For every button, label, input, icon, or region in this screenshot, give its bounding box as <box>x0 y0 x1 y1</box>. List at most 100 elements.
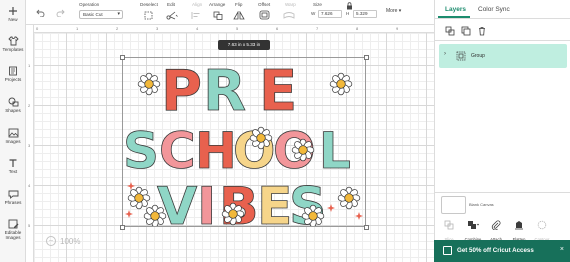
contour-icon <box>537 220 547 230</box>
tab-color-sync[interactable]: Color Sync <box>478 6 510 13</box>
ruler-tick-label: 4 <box>196 26 199 31</box>
offset-label: Offset <box>258 2 271 7</box>
tab-layers[interactable]: Layers <box>445 6 466 13</box>
trash-icon[interactable] <box>477 26 487 36</box>
arrange-label: Arrange <box>209 2 226 7</box>
sidebar-item-templates[interactable]: Templates <box>0 36 26 52</box>
panel-divider <box>435 40 570 41</box>
promo-text: Get 50% off Cricut Access <box>457 247 534 254</box>
warp-label: Warp <box>285 2 296 7</box>
ruler-tick-label: 5 <box>28 223 31 228</box>
ruler-tick-label: 5 <box>236 26 239 31</box>
layer-row-group[interactable]: › Group <box>439 44 567 68</box>
resize-handle-tr[interactable] <box>364 55 369 60</box>
sidebar-item-label: Phrases <box>4 200 22 205</box>
sidebar-item-text[interactable]: Text <box>0 158 26 174</box>
layer-name: Group <box>471 53 485 59</box>
resize-handle-tl[interactable] <box>120 55 125 60</box>
plus-icon <box>9 7 17 15</box>
ruler-tick-label: 2 <box>28 103 31 108</box>
ruler-tick-label: 2 <box>116 26 119 31</box>
cricut-design-space: New Templates Projects Shapes Images Tex… <box>0 0 570 262</box>
flatten-button[interactable]: Flatten <box>508 217 530 242</box>
resize-handle-bl[interactable] <box>120 225 125 230</box>
ruler-tick-label: 3 <box>156 26 159 31</box>
lock-icon[interactable] <box>346 2 353 10</box>
align-icon[interactable] <box>191 11 202 20</box>
promo-banner[interactable]: Get 50% off Cricut Access × <box>434 240 570 262</box>
sidebar-item-editable-images[interactable]: Editable Images <box>0 219 26 240</box>
edit-label: Edit <box>167 2 175 7</box>
slice-icon <box>444 220 454 230</box>
dimension-tooltip: 7.63 in x 5.33 in <box>218 40 270 50</box>
more-button[interactable]: More ▾ <box>386 8 401 14</box>
operation-select[interactable]: Basic Cut ▾ <box>79 10 123 19</box>
attach-button[interactable]: Attach <box>485 217 507 242</box>
ruler-top: 0 1 2 3 4 5 6 7 8 9 <box>26 25 434 33</box>
ruler-tick-label: 1 <box>76 26 79 31</box>
chevron-right-icon[interactable]: › <box>444 51 446 57</box>
offset-icon[interactable] <box>259 10 270 20</box>
close-icon[interactable]: × <box>560 246 564 253</box>
image-icon <box>8 128 18 138</box>
ruler-tick-label: 3 <box>28 143 31 148</box>
height-field[interactable]: 5.329 <box>353 10 377 18</box>
sidebar-item-label: Text <box>8 169 18 174</box>
width-field[interactable]: 7.626 <box>318 10 342 18</box>
flatten-icon <box>515 221 523 230</box>
scissors-icon[interactable] <box>166 11 178 20</box>
phrases-icon <box>8 190 18 199</box>
group-icon[interactable] <box>445 26 455 36</box>
size-label: Size <box>313 2 322 7</box>
warp-icon[interactable] <box>283 11 295 20</box>
group-layer-icon <box>456 51 466 61</box>
blank-canvas-swatch[interactable] <box>441 196 466 214</box>
ruler-tick-label: 4 <box>28 183 31 188</box>
resize-handle-br[interactable] <box>364 225 369 230</box>
ruler-tick-label: 0 <box>36 26 39 31</box>
panel-divider <box>435 192 570 193</box>
contour-button[interactable]: Contour <box>531 217 553 242</box>
arrange-icon[interactable] <box>213 11 224 20</box>
redo-icon[interactable] <box>56 9 65 17</box>
sidebar-item-images[interactable]: Images <box>0 128 26 144</box>
top-toolbar: Operation Basic Cut ▾ Deselect Edit Alig… <box>26 0 434 25</box>
ruler-tick-label: 7 <box>316 26 319 31</box>
combine-button[interactable]: Combine <box>462 217 484 242</box>
sidebar-item-label: Templates <box>2 47 24 52</box>
selection-box[interactable] <box>122 57 366 227</box>
text-icon <box>9 159 17 167</box>
slice-button[interactable]: Slice <box>438 217 460 242</box>
sidebar-item-phrases[interactable]: Phrases <box>0 189 26 205</box>
undo-icon[interactable] <box>36 9 45 17</box>
sidebar-item-shapes[interactable]: Shapes <box>0 97 26 113</box>
blank-canvas-label: Blank Canvas <box>469 202 494 207</box>
chevron-down-icon: ▾ <box>117 11 120 17</box>
zoom-level: 100% <box>60 237 81 246</box>
height-label: H <box>346 11 350 16</box>
operation-value: Basic Cut <box>83 12 103 17</box>
folder-icon <box>9 66 17 76</box>
ruler-tick-label: 8 <box>356 26 359 31</box>
duplicate-icon[interactable] <box>461 26 471 36</box>
right-panel: Layers Color Sync › Group Blank Canvas S… <box>434 0 570 262</box>
shapes-icon <box>8 97 18 107</box>
sidebar-item-label: Shapes <box>5 108 21 113</box>
align-label: Align <box>192 2 203 7</box>
editable-image-icon <box>8 219 18 229</box>
sidebar-item-label: Images <box>5 139 21 144</box>
ruler-tick-label: 1 <box>28 63 31 68</box>
operation-label: Operation <box>79 2 100 7</box>
flip-icon[interactable] <box>233 11 245 20</box>
zoom-out-button[interactable]: − <box>46 236 56 246</box>
deselect-icon[interactable] <box>144 11 153 20</box>
sidebar-item-projects[interactable]: Projects <box>0 66 26 82</box>
ruler-left: 1 2 3 4 5 <box>26 25 34 262</box>
sidebar-item-new[interactable]: New <box>0 6 26 22</box>
ruler-tick-label: 6 <box>276 26 279 31</box>
ruler-tick-label: 9 <box>396 26 399 31</box>
zoom-control: − 100% + <box>46 235 92 249</box>
flip-label: Flip <box>235 2 243 7</box>
width-label: W <box>311 11 316 16</box>
left-sidebar: New Templates Projects Shapes Images Tex… <box>0 0 26 262</box>
